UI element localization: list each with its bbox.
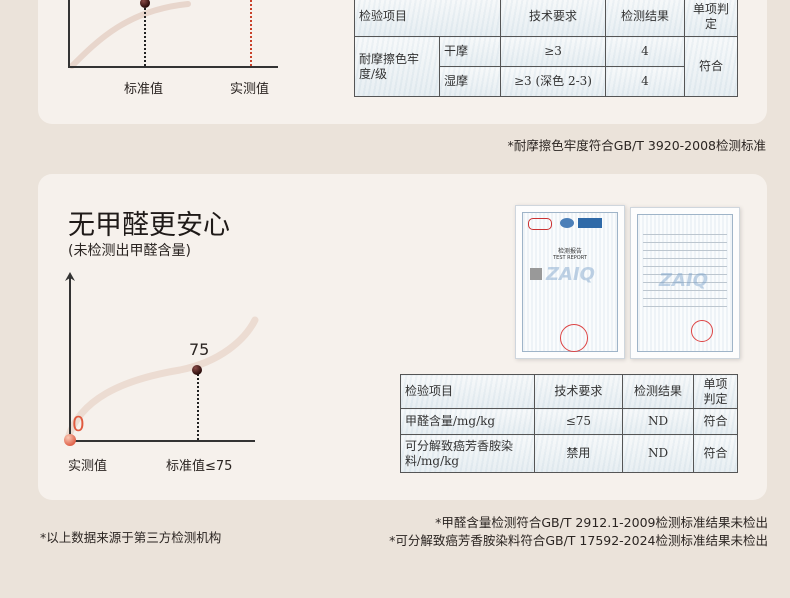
cell-item: 耐摩擦色牢度/级 <box>354 36 440 97</box>
bottom-spec-table: 检验项目 技术要求 检测结果 单项判定 甲醛含量/mg/kg ≤75 ND 符合… <box>400 374 738 473</box>
th-item: 检验项目 <box>354 0 501 37</box>
th2-item: 检验项目 <box>400 374 535 409</box>
cell-formaldehyde-result: ND <box>622 408 695 435</box>
report-cover-subtitle: TEST REPORT <box>553 255 587 261</box>
report-watermark: ZAIQ <box>546 264 595 285</box>
report-cover-thumbnail: 检测报告 TEST REPORT ZAIQ <box>515 205 625 359</box>
th2-result: 检测结果 <box>622 374 695 409</box>
th-requirement: 技术要求 <box>500 0 606 37</box>
top-chart-standard-line <box>144 8 146 66</box>
section-subtitle: (未检测出甲醛含量) <box>68 243 191 259</box>
bar-standard-dot <box>192 365 202 375</box>
cell-sub-dry: 干摩 <box>439 36 501 67</box>
value-label-measured: 0 <box>72 412 85 436</box>
bottom-chart-x-axis <box>69 440 255 442</box>
top-note: *耐摩擦色牢度符合GB/T 3920-2008检测标准 <box>507 138 766 153</box>
report-page-thumbnail: ZAIQ <box>630 207 740 359</box>
cell-amine-req: 禁用 <box>533 434 624 473</box>
data-source-footnote: *以上数据来源于第三方检测机构 <box>40 530 222 545</box>
top-chart-x-axis <box>68 66 278 68</box>
category-label-standard: 标准值≤75 <box>166 459 233 474</box>
report-page-stamp-icon <box>691 320 713 342</box>
top-chart-curve <box>69 1 191 69</box>
bottom-chart-y-arrow <box>65 272 75 281</box>
cell-req-dry: ≥3 <box>500 36 606 67</box>
cell-formaldehyde-verdict: 符合 <box>693 408 738 435</box>
top-chart-y-axis <box>68 0 70 67</box>
th2-verdict: 单项判定 <box>693 374 738 409</box>
th2-requirement: 技术要求 <box>533 374 624 409</box>
report-stamp-icon <box>560 324 588 352</box>
bottom-chart-y-axis <box>69 278 71 441</box>
cell-amine-verdict: 符合 <box>693 434 738 473</box>
cnas-logo-icon <box>560 218 574 228</box>
th-verdict: 单项判定 <box>684 0 738 37</box>
cell-result-wet: 4 <box>605 66 685 97</box>
bottom-note-2: *可分解致癌芳香胺染料符合GB/T 17592-2024检测标准结果未检出 <box>389 533 768 548</box>
th-result: 检测结果 <box>605 0 685 37</box>
cell-amine-result: ND <box>622 434 695 473</box>
cma-logo-icon <box>528 218 552 230</box>
cell-formaldehyde-item: 甲醛含量/mg/kg <box>400 408 535 435</box>
cell-formaldehyde-req: ≤75 <box>533 408 624 435</box>
cell-amine-item: 可分解致癌芳香胺染料/mg/kg <box>400 434 535 473</box>
bar-standard <box>197 370 199 440</box>
top-spec-table: 检验项目 技术要求 检测结果 单项判定 耐摩擦色牢度/级 干摩 ≥3 4 符合 … <box>354 0 738 97</box>
cell-sub-wet: 湿摩 <box>439 66 501 97</box>
top-chart-label-standard: 标准值 <box>124 82 164 97</box>
cell-result-dry: 4 <box>605 36 685 67</box>
bottom-chart-curve <box>64 316 259 442</box>
bottom-note-1: *甲醛含量检测符合GB/T 2912.1-2009检测标准结果未检出 <box>435 515 768 530</box>
cnas-mark-icon <box>578 218 602 228</box>
category-label-measured: 实测值 <box>68 459 108 474</box>
section-title: 无甲醛更安心 <box>68 210 230 241</box>
report-page-watermark: ZAIQ <box>659 270 708 291</box>
cell-verdict: 符合 <box>684 36 738 97</box>
value-label-standard: 75 <box>189 340 210 359</box>
top-chart-label-measured: 实测值 <box>230 82 270 97</box>
report-cover-title: 检测报告 <box>557 248 582 255</box>
qr-code-icon <box>530 268 542 280</box>
top-chart-measured-line <box>250 0 252 66</box>
cell-req-wet: ≥3 (深色 2-3) <box>500 66 606 97</box>
